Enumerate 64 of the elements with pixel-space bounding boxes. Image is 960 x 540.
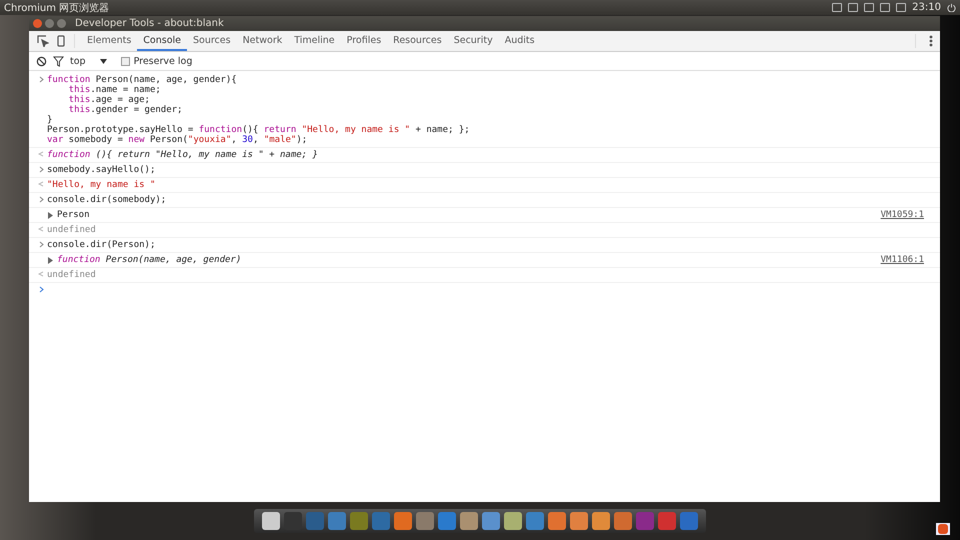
- prompt-chevron-icon: [38, 241, 44, 248]
- code-line: console.dir(somebody);: [47, 195, 166, 205]
- code-line: this.name = name;: [68, 85, 161, 95]
- console-result-value: "Hello, my name is ": [47, 180, 156, 190]
- app-launcher-icon[interactable]: [460, 512, 478, 530]
- app-launcher-icon[interactable]: [328, 512, 346, 530]
- power-icon[interactable]: [947, 3, 956, 12]
- clear-console-icon[interactable]: [36, 56, 47, 66]
- app-launcher-icon[interactable]: [680, 512, 698, 530]
- app-launcher-icon[interactable]: [548, 512, 566, 530]
- close-button[interactable]: [33, 19, 42, 28]
- panel-tab[interactable]: Sources: [187, 31, 237, 51]
- app-launcher-icon[interactable]: [438, 512, 456, 530]
- code-line: this.age = age;: [68, 95, 150, 105]
- code-line: console.dir(Person);: [47, 240, 156, 250]
- prompt-chevron-icon[interactable]: [38, 286, 44, 293]
- code-line: somebody.sayHello();: [47, 165, 156, 175]
- panel-tab[interactable]: Profiles: [340, 31, 388, 51]
- panel-tab[interactable]: Audits: [498, 31, 541, 51]
- app-launcher-icon[interactable]: [350, 512, 368, 530]
- app-launcher-icon[interactable]: [482, 512, 500, 530]
- app-launcher-icon[interactable]: [658, 512, 676, 530]
- console-log-message: Person: [57, 210, 90, 220]
- app-launcher-icon[interactable]: [526, 512, 544, 530]
- app-launcher-icon[interactable]: [372, 512, 390, 530]
- prompt-chevron-icon: [38, 166, 44, 173]
- context-selector[interactable]: top: [70, 56, 86, 66]
- maximize-button[interactable]: [57, 19, 66, 28]
- console-result-value: undefined: [47, 270, 96, 280]
- code-line: var somebody = new Person("youxia", 30, "male");: [47, 135, 308, 145]
- panel-tab[interactable]: Security: [448, 31, 499, 51]
- panel-tab[interactable]: Network: [236, 31, 288, 51]
- console-result-value: function (){ return "Hello, my name is " + name; }: [47, 150, 318, 160]
- app-name: Chromium 网页浏览器: [4, 2, 110, 14]
- code-line: function Person(name, age, gender){: [47, 75, 237, 85]
- app-launcher-icon[interactable]: [504, 512, 522, 530]
- preserve-log-checkbox[interactable]: [120, 56, 130, 66]
- app-launcher-icon[interactable]: [416, 512, 434, 530]
- code-line: Person.prototype.sayHello = function(){ return "Hello, my name is " + name; };: [47, 125, 470, 135]
- clock: 23:10: [912, 2, 941, 13]
- source-link[interactable]: VM1059:1: [880, 210, 924, 220]
- window-title: Developer Tools - about:blank: [75, 18, 224, 29]
- source-link[interactable]: VM1106:1: [880, 255, 924, 265]
- code-line: }: [47, 115, 52, 125]
- collapsed-triangle-icon[interactable]: [47, 212, 54, 219]
- code-line: this.gender = gender;: [68, 105, 182, 115]
- console-log-message: function Person(name, age, gender): [57, 255, 242, 265]
- panel-tab[interactable]: Timeline: [288, 31, 341, 51]
- app-launcher-icon[interactable]: [262, 512, 280, 530]
- app-launcher-icon[interactable]: [570, 512, 588, 530]
- prompt-chevron-icon: [38, 196, 44, 203]
- panel-tab[interactable]: Console: [137, 31, 187, 51]
- collapsed-triangle-icon[interactable]: [47, 257, 54, 264]
- app-launcher-icon[interactable]: [592, 512, 610, 530]
- dropdown-triangle-icon[interactable]: [100, 58, 107, 64]
- panel-tab[interactable]: Elements: [81, 31, 138, 51]
- minimize-button[interactable]: [45, 19, 54, 28]
- app-launcher-icon[interactable]: [394, 512, 412, 530]
- console-result-value: undefined: [47, 225, 96, 235]
- panel-tab[interactable]: Resources: [387, 31, 448, 51]
- checkbox-label: Preserve log: [134, 56, 192, 66]
- filter-icon[interactable]: [53, 56, 64, 66]
- app-launcher-icon[interactable]: [614, 512, 632, 530]
- prompt-chevron-icon: [38, 76, 44, 83]
